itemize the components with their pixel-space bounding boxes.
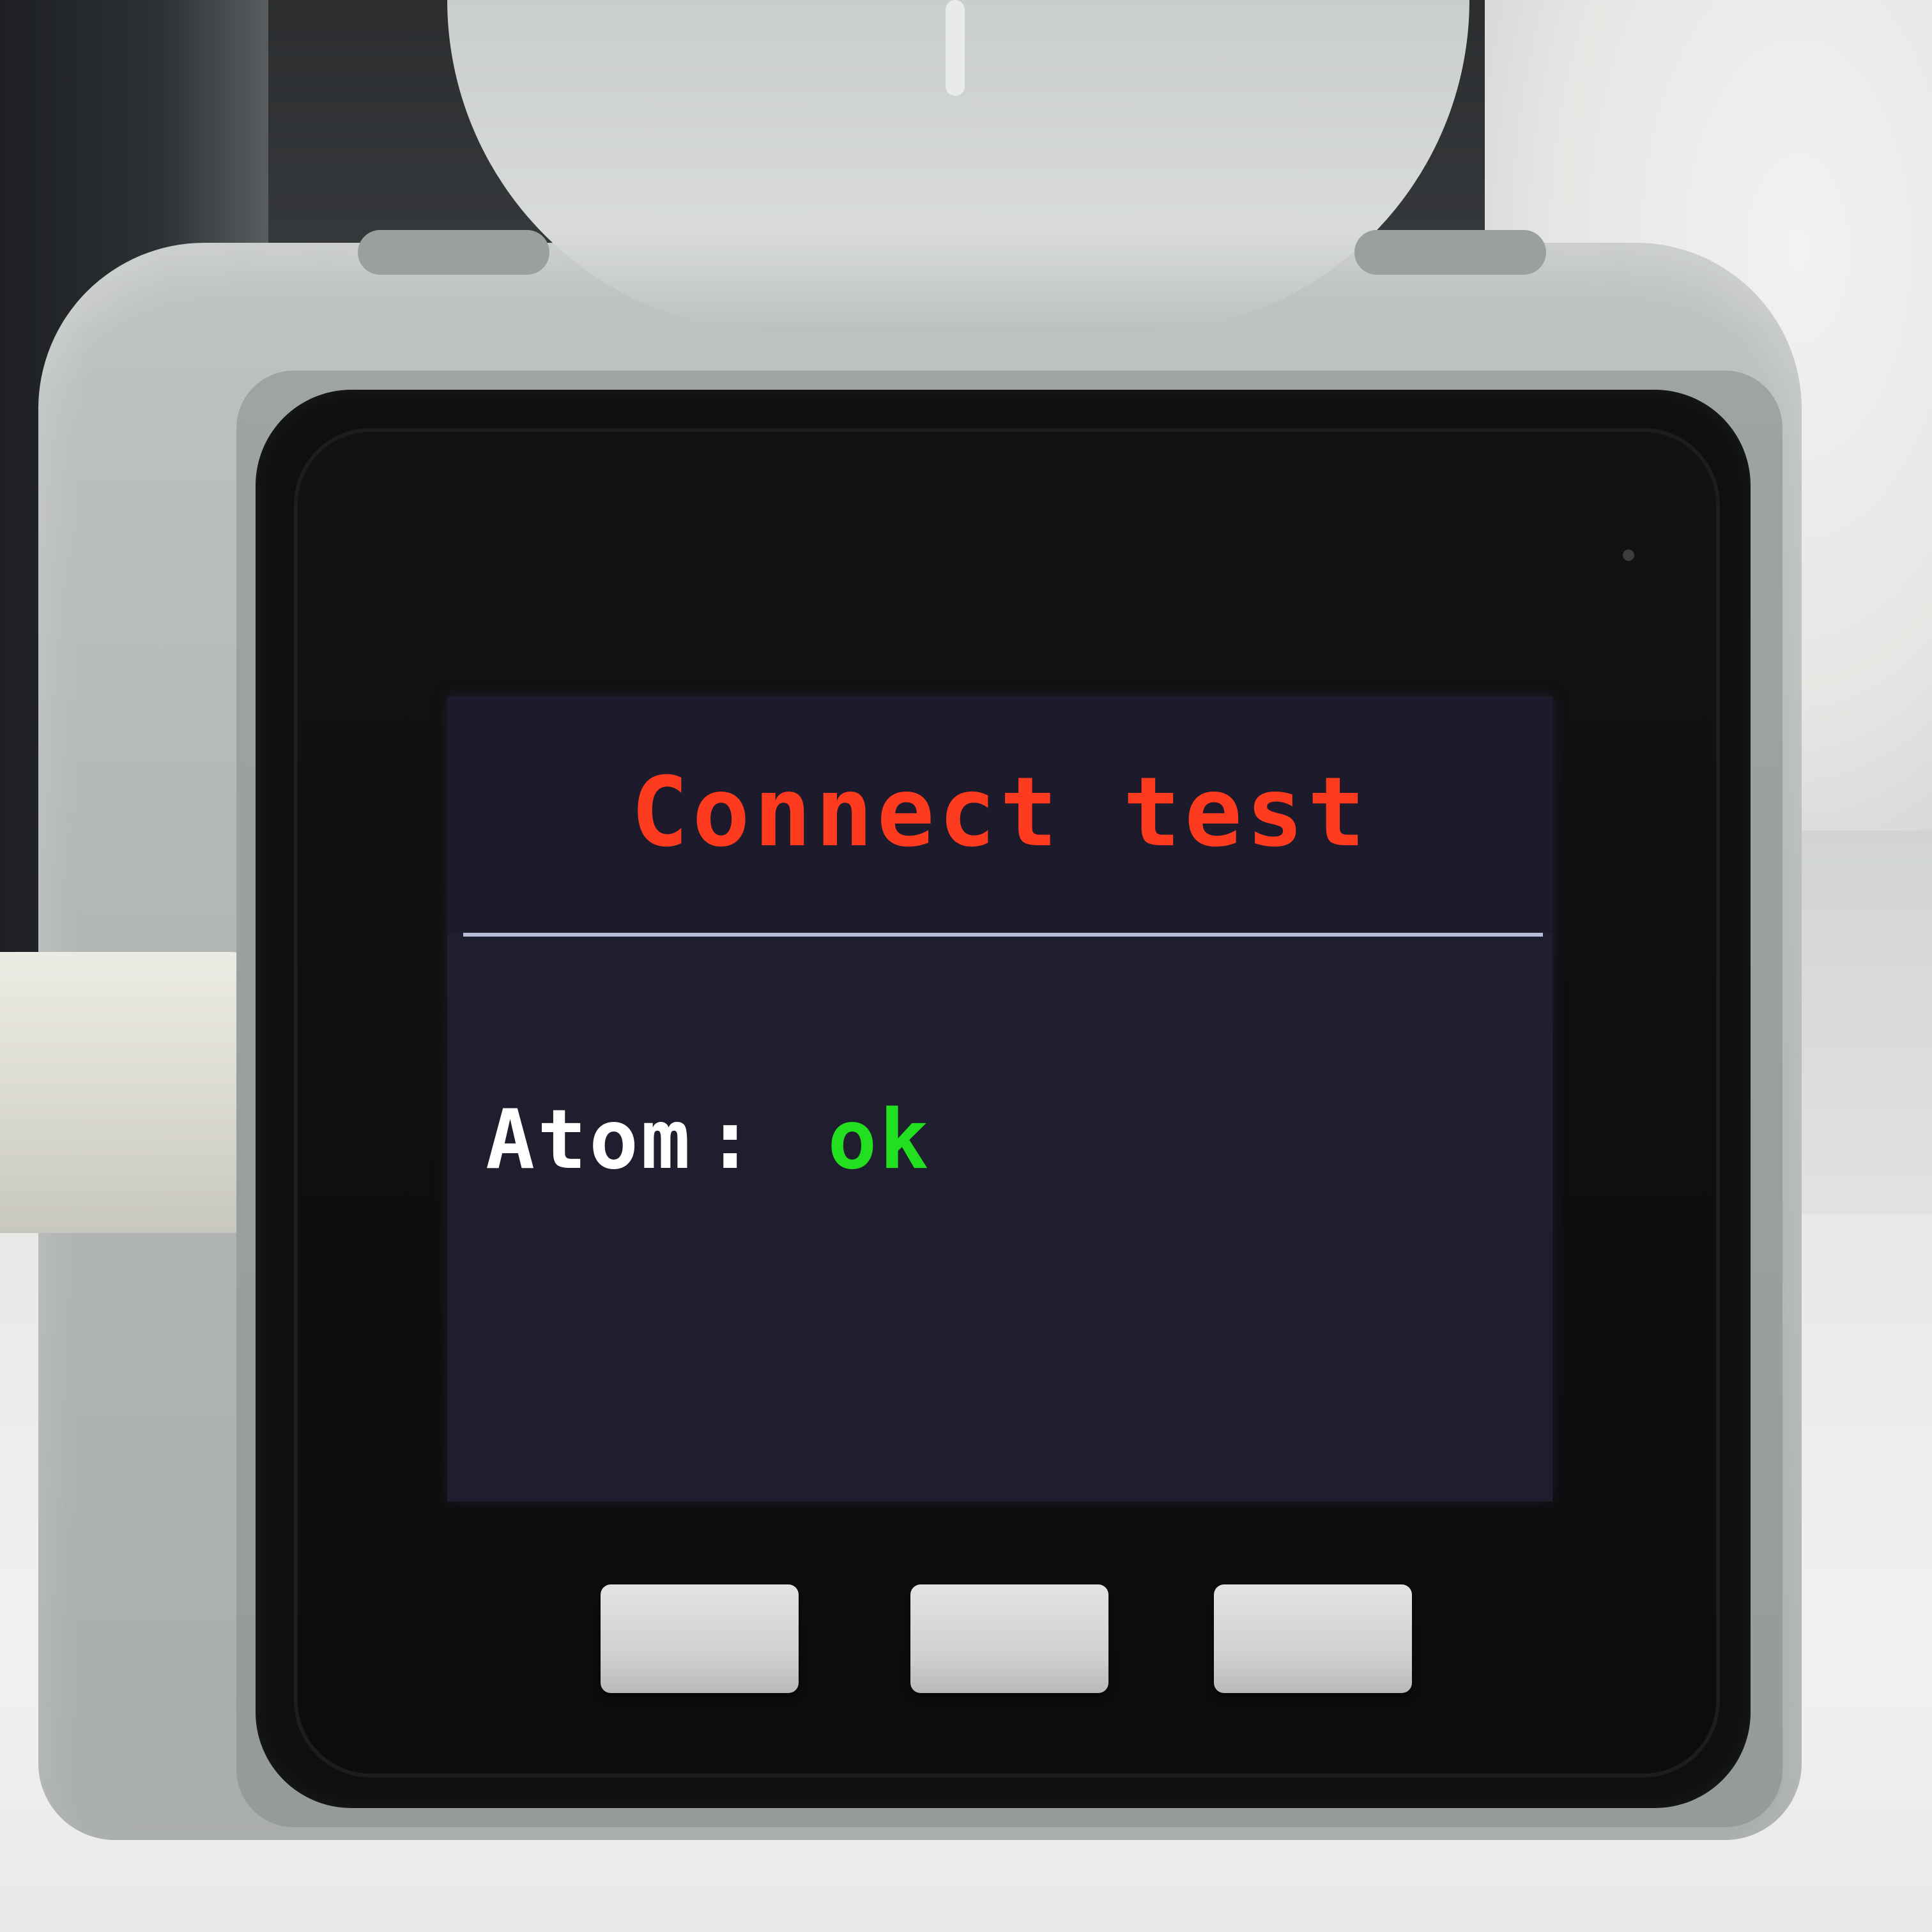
screen-title-bar: Connect test [447,696,1552,933]
usb-cable [0,952,268,1233]
title-divider [463,933,1543,937]
hardware-button-a[interactable] [601,1584,799,1693]
bezel-screw [1623,549,1634,561]
status-separator: : [705,1092,758,1188]
hardware-button-c[interactable] [1214,1584,1412,1693]
hardware-button-b[interactable] [910,1584,1108,1693]
status-row-atom: Atom: ok [486,1092,931,1188]
vent-left [358,230,549,275]
vent-right [1354,230,1546,275]
status-value: ok [827,1092,931,1188]
lcd-screen: Connect test Atom: ok [447,696,1552,1501]
photo-scene: Connect test Atom: ok [0,0,1932,1932]
status-label: Atom [486,1092,693,1188]
screen-title: Connect test [631,757,1369,868]
top-slot [946,0,965,96]
